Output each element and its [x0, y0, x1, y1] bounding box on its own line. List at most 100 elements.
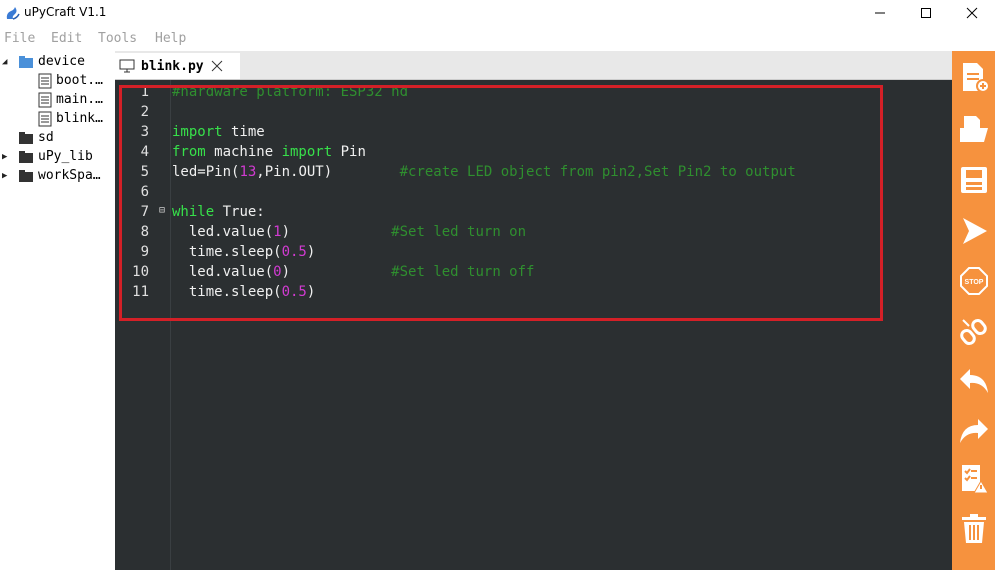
code-line: #hardware platform: ESP32 nd [172, 84, 408, 100]
line-number: 2 [140, 104, 149, 120]
code-token: #Set led turn on [391, 224, 527, 240]
connect-button[interactable] [955, 313, 992, 349]
code-token: 0.5 [281, 244, 307, 260]
tree-item-boot[interactable]: boot.… [38, 71, 103, 90]
code-token: ) [306, 244, 316, 260]
code-line: led=Pin(13,Pin.OUT) #create LED object f… [172, 164, 796, 180]
monitor-icon [119, 59, 135, 73]
line-number: 8 [140, 224, 149, 240]
code-token: #Set led turn off [391, 264, 535, 280]
code-token: ) [306, 284, 316, 300]
line-number: 7 [140, 204, 149, 220]
code-token: time.sleep( [172, 244, 282, 260]
expanded-arrow-icon[interactable]: ◢ [2, 57, 12, 67]
menu-file[interactable]: File [4, 31, 35, 46]
save-icon [960, 167, 987, 193]
connect-icon [959, 318, 987, 346]
line-number: 3 [140, 124, 149, 140]
undo-icon [959, 369, 988, 393]
minimize-icon [875, 12, 885, 14]
clear-icon [961, 514, 986, 543]
title-bar: uPyCraft V1.1 [0, 0, 995, 26]
new-file-icon [962, 63, 989, 93]
tree-item-blink[interactable]: blink… [38, 109, 103, 128]
tab-close-icon[interactable] [210, 59, 224, 73]
gutter-separator [170, 80, 171, 570]
syntax-check-icon [961, 465, 989, 494]
folder-icon [19, 150, 33, 163]
code-line: time.sleep(0.5) [172, 244, 315, 260]
save-button[interactable] [955, 162, 992, 198]
maximize-icon [921, 8, 931, 18]
svg-text:STOP: STOP [964, 279, 983, 286]
undo-button[interactable] [955, 363, 992, 399]
code-token: while [172, 204, 215, 220]
code-token: machine [205, 144, 282, 160]
code-line: import time [172, 124, 265, 140]
line-number: 6 [140, 184, 149, 200]
line-number: 9 [140, 244, 149, 260]
open-file-button[interactable] [955, 111, 992, 147]
code-line: led.value(1) #Set led turn on [172, 224, 526, 240]
redo-icon [959, 419, 988, 443]
line-number: 4 [140, 144, 149, 160]
syntax-check-button[interactable] [955, 461, 992, 497]
code-token: import [172, 124, 223, 140]
collapsed-arrow-icon[interactable]: ▶ [2, 171, 12, 181]
stop-icon: STOP [959, 267, 988, 295]
close-button[interactable] [949, 0, 995, 26]
window-title: uPyCraft V1.1 [24, 5, 107, 19]
line-number: 1 [140, 84, 149, 100]
clear-button[interactable] [955, 511, 992, 547]
menu-edit[interactable]: Edit [51, 31, 82, 46]
stop-button[interactable]: STOP [955, 263, 992, 299]
code-token: ) [281, 264, 392, 280]
menu-tools[interactable]: Tools [98, 31, 137, 46]
new-file-button[interactable] [955, 59, 992, 95]
code-token: import [281, 144, 333, 160]
tab-blink-py[interactable]: blink.py [115, 53, 240, 79]
code-line: time.sleep(0.5) [172, 284, 315, 300]
folder-icon [19, 131, 33, 144]
file-icon [38, 73, 52, 88]
code-token: 0 [273, 264, 282, 280]
open-file-icon [959, 116, 988, 142]
code-token: led.value( [172, 224, 274, 240]
minimize-button[interactable] [857, 0, 903, 26]
file-icon [38, 111, 52, 126]
code-token: led.value( [172, 264, 274, 280]
code-line: from machine import Pin [172, 144, 366, 160]
code-token: 0.5 [281, 284, 307, 300]
code-token: 1 [273, 224, 282, 240]
code-token: #create LED object from pin2,Set Pin2 to… [399, 164, 796, 180]
code-editor[interactable]: 1 2 3 4 5 6 7 8 9 10 11 #hardware platform: ESP32 … [115, 80, 952, 570]
file-icon [38, 92, 52, 107]
line-number: 10 [132, 264, 149, 280]
tree-item-main[interactable]: main.… [38, 90, 103, 109]
close-icon [966, 7, 978, 19]
collapsed-arrow-icon[interactable]: ▶ [2, 152, 12, 162]
menu-help[interactable]: Help [155, 31, 186, 46]
tree-item-sd[interactable]: sd [18, 128, 54, 147]
tree-item-device[interactable]: ◢ device [2, 52, 85, 71]
folder-icon [19, 169, 33, 182]
line-number: 5 [140, 164, 149, 180]
app-logo-icon [6, 7, 20, 20]
code-token: Pin [332, 144, 366, 160]
maximize-button[interactable] [903, 0, 949, 26]
code-token: time.sleep( [172, 284, 282, 300]
run-icon [962, 218, 987, 244]
folder-icon [19, 55, 33, 68]
fold-marker-icon[interactable]: ⊟ [159, 205, 165, 216]
file-tree: ◢ device boot.… main.… blink… sd ▶ uPy_l… [0, 51, 115, 570]
code-token: led=Pin( [172, 164, 240, 180]
code-token: #hardware platform: ESP32 nd [172, 84, 409, 100]
run-button[interactable] [955, 213, 992, 249]
tree-item-workspace[interactable]: ▶ workSpa… [2, 166, 101, 185]
code-token: ,Pin.OUT) [256, 164, 400, 180]
redo-button[interactable] [955, 413, 992, 449]
tab-label: blink.py [141, 58, 204, 74]
code-token: ) [281, 224, 392, 240]
tab-bar: blink.py [115, 51, 952, 80]
tree-item-upy-lib[interactable]: ▶ uPy_lib [2, 147, 93, 166]
